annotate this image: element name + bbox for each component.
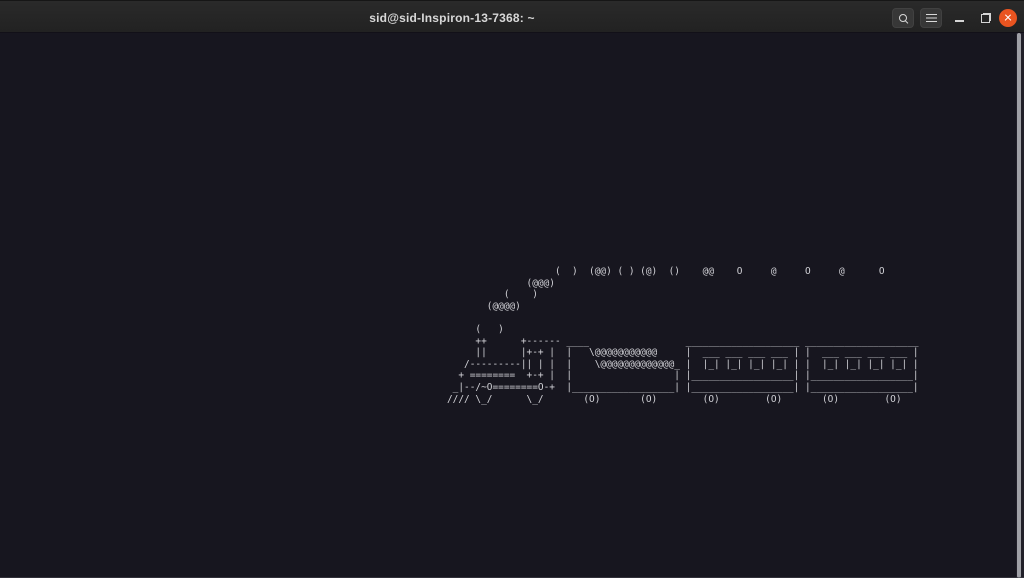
window-title: sid@sid-Inspiron-13-7368: ~ <box>0 1 904 34</box>
restore-button[interactable] <box>976 7 996 29</box>
restore-icon <box>981 13 991 23</box>
minimize-button[interactable] <box>949 7 969 29</box>
search-icon <box>898 13 909 24</box>
terminal-screen[interactable]: ( ) (@@) ( ) (@) () @@ O @ O @ O (@@@) (… <box>0 33 1024 578</box>
minimize-icon <box>955 20 964 22</box>
scrollbar-thumb[interactable] <box>1017 33 1021 578</box>
titlebar: sid@sid-Inspiron-13-7368: ~ <box>0 0 1024 33</box>
terminal-window: sid@sid-Inspiron-13-7368: ~ ( ) (@@) ( )… <box>0 0 1024 578</box>
search-button[interactable] <box>892 8 914 28</box>
close-icon <box>1004 14 1012 22</box>
close-button[interactable] <box>999 9 1017 27</box>
menu-button[interactable] <box>920 8 942 28</box>
ascii-train-art: ( ) (@@) ( ) (@) () @@ O @ O @ O (@@@) (… <box>447 266 924 405</box>
hamburger-menu-icon <box>926 14 937 23</box>
scrollbar[interactable] <box>1016 33 1024 578</box>
